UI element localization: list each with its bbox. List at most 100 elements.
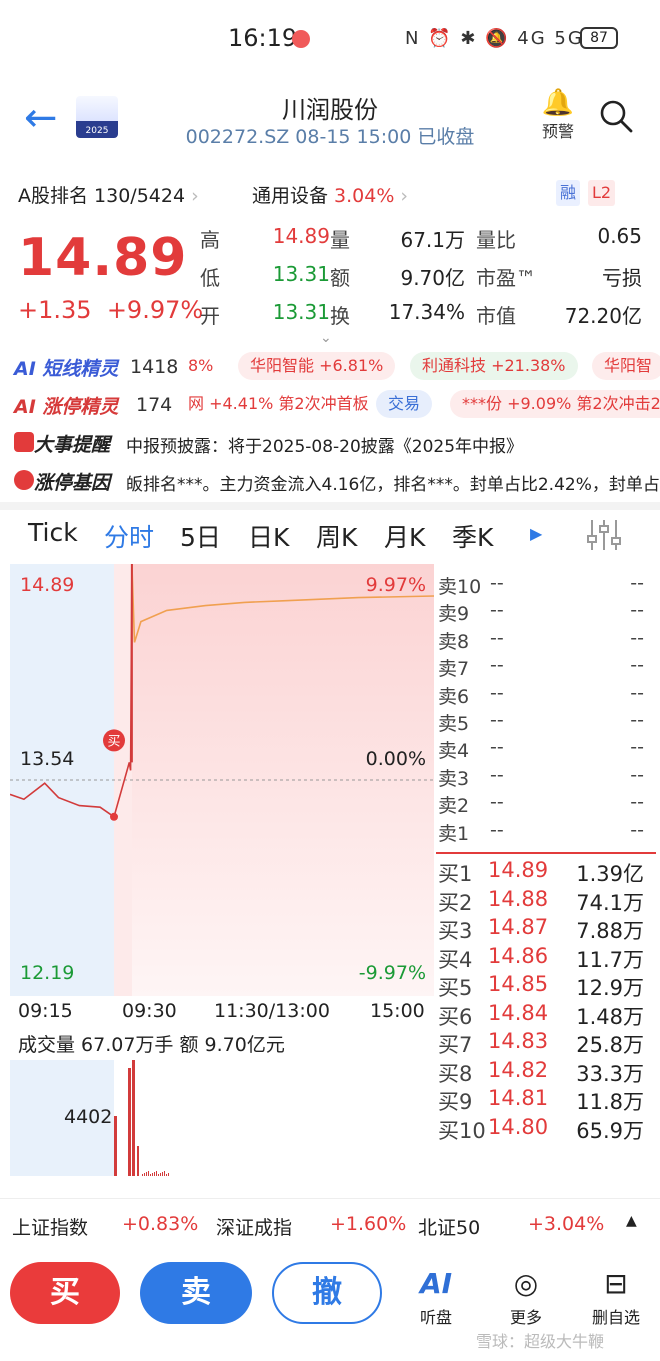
event-reminder-row[interactable]: 大事提醒 中报预披露：将于2025-08-20披露《2025年中报》 — [0, 426, 660, 458]
order-volume: -- — [630, 626, 644, 649]
quote-row: 低 13.31 额 9.70亿 市盈™ 亏损 — [200, 260, 650, 298]
gene-icon — [14, 470, 34, 490]
order-row: 买8 14.82 33.3万 — [436, 1056, 656, 1086]
order-price: -- — [490, 818, 504, 841]
watermark: 雪球：超级大牛鞭 — [476, 1332, 605, 1351]
order-volume: -- — [630, 736, 644, 759]
order-price: -- — [490, 708, 504, 731]
order-volume: 33.3万 — [576, 1061, 644, 1086]
gene-text: 皈排名***。主力资金流入4.16亿，排名***。封单占比2.42%，封单占比 — [126, 475, 660, 495]
order-level: 买8 — [438, 1061, 473, 1086]
last-price: 14.89 — [18, 228, 188, 288]
chart-tabs: Tick 分时 5日 日K 周K 月K 季K ▶ — [0, 512, 660, 556]
order-price: 14.89 — [488, 858, 549, 882]
volume-peak-label: 4402 — [64, 1106, 113, 1128]
chip[interactable]: 交易 — [376, 390, 433, 418]
order-volume: -- — [630, 708, 644, 731]
industry-link[interactable]: 通用设备 3.04% › — [252, 181, 408, 208]
alarm-label: 预警 — [541, 122, 574, 141]
order-row: 买9 14.81 11.8万 — [436, 1084, 656, 1114]
tab-tick[interactable]: Tick — [28, 518, 78, 547]
limit-gene-row[interactable]: 涨停基因 皈排名***。主力资金流入4.16亿，排名***。封单占比2.42%，… — [0, 464, 660, 496]
quote-value: 14.89 — [272, 224, 330, 248]
intraday-chart[interactable]: 买 14.89 9.97% 13.54 0.00% 12.19 -9.97% — [10, 564, 434, 996]
order-row: 买1 14.89 1.39亿 — [436, 856, 656, 886]
stock-header: ← 2025 川润股份 002272.SZ 08-15 15:00 已收盘 🔔 … — [0, 80, 660, 166]
volume-bar — [154, 1172, 155, 1176]
margin-tag[interactable]: 融 — [556, 180, 581, 206]
axis-high: 14.89 — [20, 574, 75, 596]
order-row: 卖4 -- -- — [436, 734, 656, 762]
tab-more-arrow-icon[interactable]: ▶ — [530, 524, 542, 543]
index-bj-change: +3.04% — [528, 1213, 605, 1235]
chip[interactable]: 网 +4.41% 第2次冲首板 — [186, 390, 371, 418]
change-value: +1.35 — [18, 296, 92, 324]
level2-tag[interactable]: L2 — [588, 180, 616, 206]
order-volume: -- — [630, 818, 644, 841]
volume-bar — [166, 1174, 167, 1176]
gene-label: 涨停基因 — [34, 472, 111, 494]
listen-label: 听盘 — [419, 1308, 452, 1327]
order-level: 卖3 — [438, 767, 470, 790]
chip[interactable]: 华阳智 — [592, 352, 660, 380]
chart-settings-icon[interactable] — [586, 518, 622, 552]
chip[interactable]: 华阳智能 +6.81% — [238, 352, 396, 380]
a-share-rank-link[interactable]: A股排名 130/5424 › — [18, 181, 199, 208]
tab-weekly-k[interactable]: 周K — [316, 518, 357, 554]
order-volume: -- — [630, 681, 644, 704]
more-button[interactable]: ◎ 更多 — [496, 1264, 556, 1328]
open-jump-line — [113, 564, 133, 818]
axis-base-pct: 0.00% — [365, 748, 426, 770]
ai-limit-up-count: 174 — [136, 394, 173, 416]
ranking-row: A股排名 130/5424 › 通用设备 3.04% › 融 L2 — [0, 176, 660, 210]
tab-intraday[interactable]: 分时 — [104, 518, 154, 554]
order-price: 14.88 — [488, 886, 549, 911]
industry-change: 3.04% — [334, 185, 395, 207]
expand-up-icon[interactable]: ▲ — [626, 1213, 637, 1229]
volume-bar — [137, 1146, 139, 1176]
order-row: 卖3 -- -- — [436, 762, 656, 790]
search-icon[interactable] — [598, 98, 634, 134]
tab-monthly-k[interactable]: 月K — [384, 518, 425, 554]
buy-button[interactable]: 买 — [10, 1262, 120, 1324]
sell-order-book: 卖10 -- -- 卖9 -- -- 卖8 -- -- 卖7 -- -- 卖6 -- -- 卖5 --… — [436, 570, 656, 845]
index-sz-change: +1.60% — [330, 1213, 407, 1235]
sell-button[interactable]: 卖 — [140, 1262, 252, 1324]
remove-watchlist-button[interactable]: ⊟ 删自选 — [586, 1264, 646, 1328]
ai-short-line-row[interactable]: AI 短线精灵 1418 8% 华阳智能 +6.81% 利通科技 +21.38%… — [0, 350, 660, 382]
quote-value: 67.1万 — [400, 228, 465, 252]
tab-quarterly-k[interactable]: 季K — [452, 518, 493, 554]
listen-button[interactable]: AI 听盘 — [406, 1264, 466, 1328]
chip[interactable]: 8% — [186, 352, 215, 380]
volume-bar — [160, 1173, 161, 1176]
index-bj-name: 北证50 — [418, 1217, 481, 1239]
index-ticker-bar[interactable]: 上证指数 +0.83% 深证成指 +1.60% 北证50 +3.04% ▲ — [0, 1198, 660, 1248]
expand-chevron-icon[interactable]: ⌄ — [320, 330, 332, 346]
tab-5day[interactable]: 5日 — [180, 518, 221, 554]
order-volume: 12.9万 — [576, 976, 644, 1000]
order-level: 卖7 — [438, 658, 470, 681]
order-level: 买3 — [438, 919, 473, 943]
battery-icon: 87 — [580, 27, 618, 49]
order-volume: 7.88万 — [576, 919, 644, 943]
order-volume: 11.7万 — [576, 947, 644, 972]
alarm-button[interactable]: 🔔 预警 — [536, 88, 580, 142]
bell-icon: 🔔 — [541, 88, 575, 118]
cancel-order-button[interactable]: 撤 — [272, 1262, 382, 1324]
order-price: 14.85 — [488, 972, 549, 996]
chip[interactable]: 利通科技 +21.38% — [410, 352, 578, 380]
order-level: 卖2 — [438, 795, 470, 818]
chip[interactable]: ***份 +9.09% 第2次冲击2连 — [450, 390, 660, 418]
order-row: 买5 14.85 12.9万 — [436, 970, 656, 1000]
tab-daily-k[interactable]: 日K — [248, 518, 289, 554]
buy-marker-label: 买 — [107, 734, 120, 749]
ai-limit-up-row[interactable]: AI 涨停精灵 174 网 +4.41% 第2次冲首板 交易 ***份 +9.0… — [0, 388, 660, 420]
volume-bar — [114, 1116, 117, 1176]
status-icons: N ⏰ ✱ 🔕 4G 5G — [405, 28, 584, 49]
order-row: 卖1 -- -- — [436, 817, 656, 845]
volume-bar — [144, 1173, 145, 1176]
volume-bar — [168, 1173, 169, 1176]
more-label: 更多 — [509, 1308, 542, 1327]
order-level: 买7 — [438, 1033, 473, 1057]
section-divider — [0, 502, 660, 510]
